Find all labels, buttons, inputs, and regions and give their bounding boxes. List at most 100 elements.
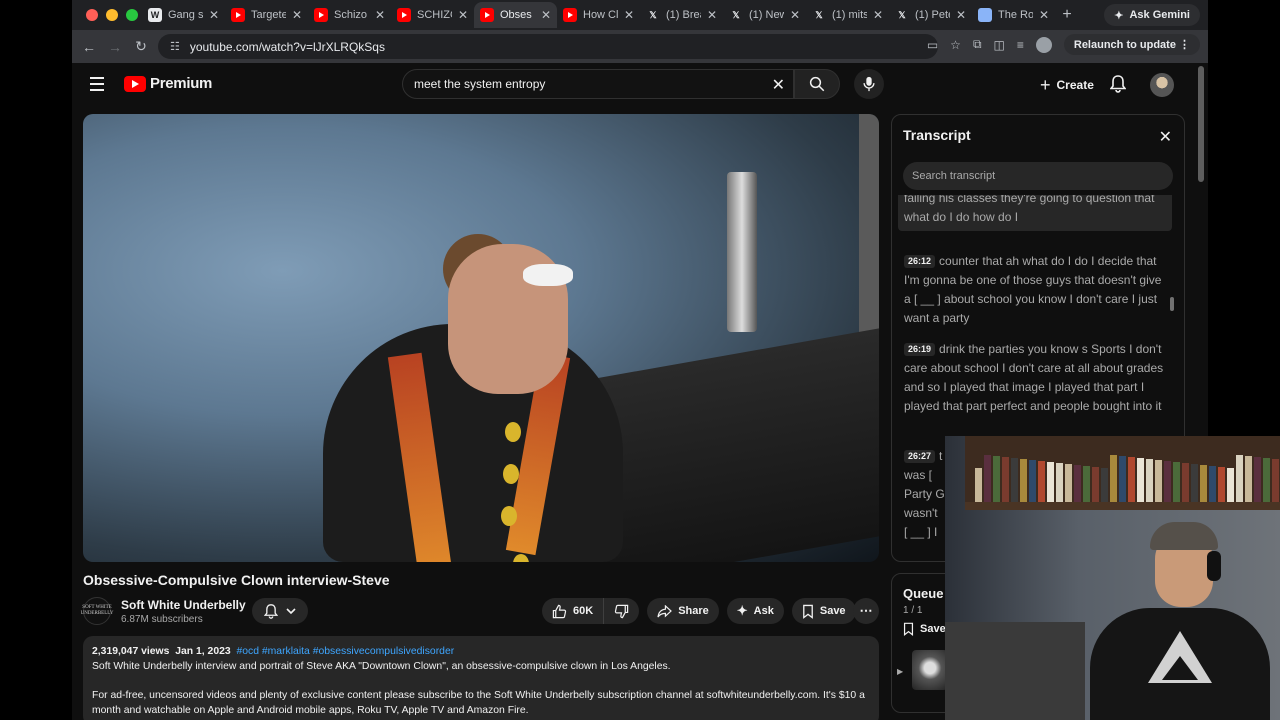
close-tab-icon[interactable]: ✕ <box>1039 8 1049 22</box>
browser-tab[interactable]: 𝕏 (1) New ✕ <box>723 2 806 28</box>
book-spine <box>1173 462 1180 502</box>
segment-timestamp[interactable]: 26:27 <box>904 450 936 463</box>
browser-tab[interactable]: 𝕏 (1) Pete ✕ <box>889 2 972 28</box>
segment-text: wasn't <box>904 506 938 520</box>
browser-tab[interactable]: W Gang s ✕ <box>142 2 225 28</box>
side-panel-icon[interactable]: ◫ <box>994 38 1005 52</box>
book-spine <box>1047 462 1054 502</box>
thumbs-up-icon <box>552 604 567 618</box>
maximize-window-button[interactable] <box>126 9 138 21</box>
book-spine <box>1065 464 1072 502</box>
channel-name[interactable]: Soft White Underbelly <box>121 598 246 612</box>
subscription-notifications-button[interactable] <box>252 598 308 624</box>
close-tab-icon[interactable]: ✕ <box>292 8 302 22</box>
book-spine <box>1002 457 1009 502</box>
book-spine <box>1029 460 1036 502</box>
close-tab-icon[interactable]: ✕ <box>790 8 800 22</box>
reload-icon[interactable]: ↻ <box>128 38 154 55</box>
book-spine <box>975 468 982 502</box>
close-transcript-icon[interactable]: ✕ <box>1159 127 1172 147</box>
forward-arrow-icon[interactable]: → <box>102 39 128 55</box>
address-bar[interactable]: ☷ youtube.com/watch?v=lJrXLRQkSqs <box>158 34 938 59</box>
bookmark-star-icon[interactable]: ☆ <box>950 38 961 52</box>
ask-button[interactable]: ✦ Ask <box>726 598 784 624</box>
close-tab-icon[interactable]: ✕ <box>375 8 385 22</box>
new-tab-button[interactable]: + <box>1055 6 1079 24</box>
youtube-logo[interactable]: Premium <box>124 75 212 92</box>
close-tab-icon[interactable]: ✕ <box>458 8 468 22</box>
queue-video-thumbnail[interactable] <box>912 650 948 690</box>
transcript-segment[interactable]: 26:12 counter that ah what do I do I deci… <box>898 248 1172 332</box>
book-spine <box>1155 460 1162 502</box>
cast-icon[interactable]: ▭ <box>927 38 938 52</box>
video-player[interactable] <box>83 114 879 562</box>
more-actions-button[interactable]: ⋯ <box>853 598 879 624</box>
tab-label: Schizo <box>334 9 368 21</box>
media-controls-icon[interactable]: ≡ <box>1017 38 1024 52</box>
url-text[interactable]: youtube.com/watch?v=lJrXLRQkSqs <box>190 40 385 54</box>
plus-icon: + <box>1040 74 1051 95</box>
tab-label: Targete <box>251 9 286 21</box>
transcript-search-input[interactable]: Search transcript <box>903 162 1173 190</box>
segment-text: counter that ah what do I do I decide th… <box>904 254 1162 325</box>
browser-tab-active[interactable]: Obses ✕ <box>474 2 557 28</box>
voice-search-button[interactable] <box>854 69 884 99</box>
book-spine <box>1254 457 1261 502</box>
like-button[interactable]: 60K <box>542 598 605 624</box>
close-tab-icon[interactable]: ✕ <box>956 8 966 22</box>
close-tab-icon[interactable]: ✕ <box>541 8 551 22</box>
person-cap <box>1150 522 1218 550</box>
browser-tab[interactable]: SCHIZO ✕ <box>391 2 474 28</box>
browser-tab[interactable]: Targete ✕ <box>225 2 308 28</box>
browser-tab[interactable]: 𝕏 (1) Brea ✕ <box>640 2 723 28</box>
site-info-icon[interactable]: ☷ <box>170 40 180 53</box>
transcript-scrollbar[interactable] <box>1170 297 1174 311</box>
youtube-icon <box>231 8 245 22</box>
transcript-segment[interactable]: failing his classes they're going to que… <box>898 195 1172 231</box>
minimize-window-button[interactable] <box>106 9 118 21</box>
headset <box>1207 551 1221 581</box>
close-tab-icon[interactable]: ✕ <box>209 8 219 22</box>
ask-gemini-button[interactable]: ✦ Ask Gemini <box>1104 4 1200 26</box>
x-icon: 𝕏 <box>649 9 657 20</box>
book-spine <box>1164 461 1171 502</box>
book-spine <box>1128 457 1135 502</box>
page-scrollbar[interactable] <box>1198 66 1204 182</box>
hashtag-links[interactable]: #ocd #marklaita #obsessivecompulsivediso… <box>236 646 454 657</box>
book-spine <box>1236 455 1243 502</box>
browser-tab[interactable]: 𝕏 (1) mits ✕ <box>806 2 889 28</box>
extensions-icon[interactable]: ⧉ <box>973 37 982 52</box>
video-frame-shape <box>503 464 519 484</box>
menu-icon[interactable] <box>90 77 104 95</box>
profile-avatar[interactable] <box>1035 36 1052 53</box>
logo-text: Premium <box>150 75 213 92</box>
transcript-segment[interactable]: 26:19 drink the parties you know s Sports… <box>898 336 1172 420</box>
browser-tab[interactable]: How Cl ✕ <box>557 2 640 28</box>
dislike-button[interactable] <box>604 598 640 624</box>
video-description[interactable]: 2,319,047 views Jan 1, 2023 #ocd #markla… <box>83 636 879 720</box>
channel-avatar[interactable]: SOFT WHITE UNDERBELLY <box>81 597 113 625</box>
book-spine <box>1191 464 1198 502</box>
search-input[interactable]: meet the system entropy ✕ <box>402 69 794 99</box>
notifications-bell-icon[interactable] <box>1109 75 1127 98</box>
segment-timestamp[interactable]: 26:19 <box>904 343 936 356</box>
close-tab-icon[interactable]: ✕ <box>707 8 717 22</box>
clear-search-icon[interactable]: ✕ <box>772 75 785 95</box>
browser-tab[interactable]: Schizo ✕ <box>308 2 391 28</box>
search-button[interactable] <box>794 69 840 99</box>
close-tab-icon[interactable]: ✕ <box>624 8 634 22</box>
tab-label: The Ro <box>998 9 1033 21</box>
account-avatar[interactable] <box>1150 73 1174 97</box>
create-button[interactable]: + Create <box>1032 72 1106 98</box>
book-spine <box>1020 459 1027 502</box>
video-frame-shape <box>505 422 521 442</box>
queue-save-button[interactable]: Save <box>903 622 946 636</box>
close-tab-icon[interactable]: ✕ <box>873 8 883 22</box>
relaunch-button[interactable]: Relaunch to update ⋮ <box>1063 34 1200 55</box>
back-arrow-icon[interactable]: ← <box>76 39 102 55</box>
browser-tab[interactable]: The Ro ✕ <box>972 2 1055 28</box>
segment-timestamp[interactable]: 26:12 <box>904 255 936 268</box>
close-window-button[interactable] <box>86 9 98 21</box>
share-button[interactable]: Share <box>647 598 719 624</box>
save-button[interactable]: Save <box>791 598 856 624</box>
